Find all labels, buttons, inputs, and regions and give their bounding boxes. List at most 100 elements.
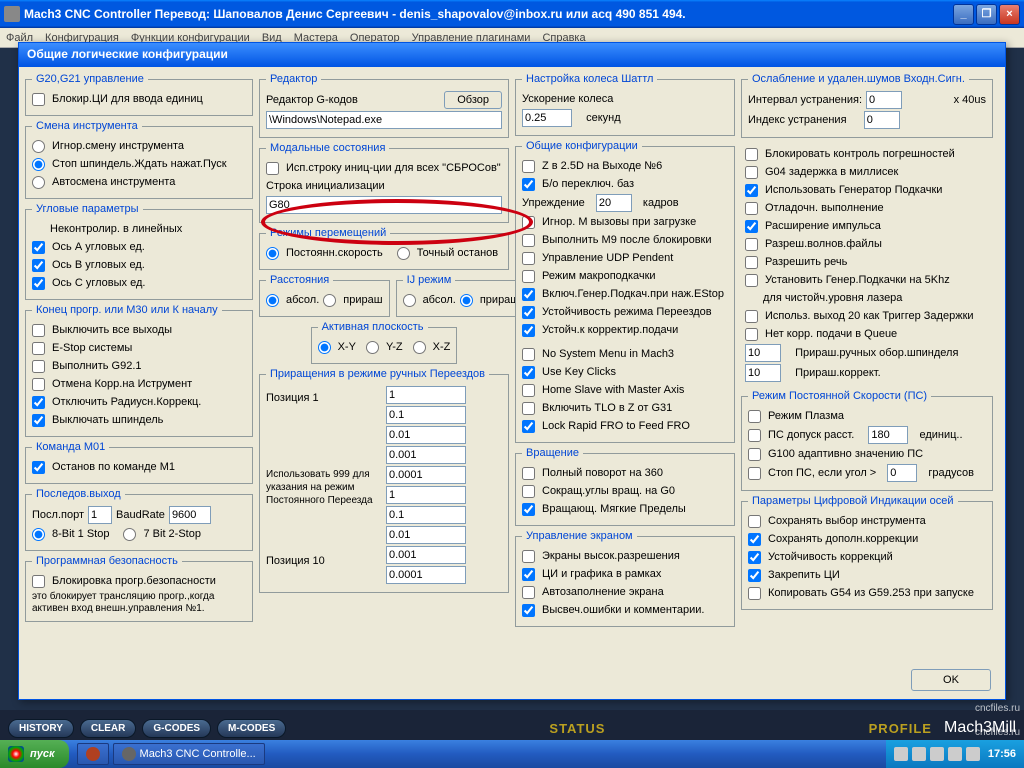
init-string-checkbox[interactable] [266, 162, 279, 175]
tray-icon[interactable] [948, 747, 962, 761]
jog-val-input[interactable] [386, 406, 466, 424]
lock-dro-checkbox[interactable] [32, 93, 45, 106]
out20-checkbox[interactable] [745, 310, 758, 323]
tray-icon[interactable] [966, 747, 980, 761]
jog-val-input[interactable] [386, 486, 466, 504]
persist-offsets-checkbox[interactable] [748, 551, 761, 564]
speech-checkbox[interactable] [745, 256, 758, 269]
dist-inc-radio[interactable] [323, 294, 336, 307]
ok-button[interactable]: OK [911, 669, 991, 691]
plasma-checkbox[interactable] [748, 410, 761, 423]
wave-checkbox[interactable] [745, 238, 758, 251]
constant-velocity-radio[interactable] [266, 247, 279, 260]
prog-safety-checkbox[interactable] [32, 575, 45, 588]
autofill-checkbox[interactable] [522, 586, 535, 599]
ij-abs-radio[interactable] [403, 294, 416, 307]
m1-stop-checkbox[interactable] [32, 461, 45, 474]
cv-stop-checkbox[interactable] [748, 467, 761, 480]
cv-dist-checkbox[interactable] [748, 429, 761, 442]
spindle-inc-input[interactable] [745, 344, 781, 362]
tray-icon[interactable] [894, 747, 908, 761]
pulse-ext-checkbox[interactable] [745, 220, 758, 233]
debounce-input[interactable] [866, 91, 902, 109]
macro-checkbox[interactable] [522, 270, 535, 283]
axis-b-checkbox[interactable] [32, 259, 45, 272]
jog-val-input[interactable] [386, 526, 466, 544]
gcodes-button[interactable]: G-CODES [142, 719, 211, 738]
index-debounce-input[interactable] [864, 111, 900, 129]
editor-path-input[interactable] [266, 111, 502, 129]
nosysmenu-checkbox[interactable] [522, 348, 535, 361]
homeslave-checkbox[interactable] [522, 384, 535, 397]
udp-checkbox[interactable] [522, 252, 535, 265]
maximize-button[interactable]: ❐ [976, 4, 997, 25]
8bit-radio[interactable] [32, 528, 45, 541]
7bit-radio[interactable] [123, 528, 136, 541]
tlo-checkbox[interactable] [522, 402, 535, 415]
boxed-checkbox[interactable] [522, 568, 535, 581]
save-offsets-checkbox[interactable] [748, 533, 761, 546]
g92-checkbox[interactable] [32, 360, 45, 373]
jog-val-input[interactable] [386, 466, 466, 484]
keyclicks-checkbox[interactable] [522, 366, 535, 379]
shortest-checkbox[interactable] [522, 485, 535, 498]
jog-val-input[interactable] [386, 506, 466, 524]
taskbar-item[interactable]: Mach3 CNC Controlle... [113, 743, 265, 765]
ignore-m-checkbox[interactable] [522, 216, 535, 229]
hires-checkbox[interactable] [522, 550, 535, 563]
jog-persist-checkbox[interactable] [522, 306, 535, 319]
history-button[interactable]: HISTORY [8, 719, 74, 738]
home-switch-checkbox[interactable] [522, 178, 535, 191]
jog-val-input[interactable] [386, 566, 466, 584]
shuttle-accel-input[interactable] [522, 109, 572, 127]
save-tool-checkbox[interactable] [748, 515, 761, 528]
auto-toolchange-radio[interactable] [32, 176, 45, 189]
g100-checkbox[interactable] [748, 448, 761, 461]
quick-launch-item[interactable] [77, 743, 109, 765]
noqueue-checkbox[interactable] [745, 328, 758, 341]
axis-a-checkbox[interactable] [32, 241, 45, 254]
copy-g54-checkbox[interactable] [748, 587, 761, 600]
cv-angle-input[interactable] [887, 464, 917, 482]
g04-ms-checkbox[interactable] [745, 166, 758, 179]
tray-icon[interactable] [930, 747, 944, 761]
init-string-input[interactable] [266, 196, 502, 214]
clear-button[interactable]: CLEAR [80, 719, 136, 738]
disable-gouge-checkbox[interactable] [745, 148, 758, 161]
baudrate-input[interactable] [169, 506, 211, 524]
flash-errors-checkbox[interactable] [522, 604, 535, 617]
fro-persist-checkbox[interactable] [522, 324, 535, 337]
jog-val-input[interactable] [386, 546, 466, 564]
start-button[interactable]: пуск [0, 740, 69, 768]
exact-stop-radio[interactable] [397, 247, 410, 260]
chargepump-checkbox[interactable] [745, 184, 758, 197]
browse-button[interactable]: Обзор [444, 91, 502, 109]
turnoff-outputs-checkbox[interactable] [32, 324, 45, 337]
radius-comp-off-checkbox[interactable] [32, 396, 45, 409]
xz-radio[interactable] [413, 341, 426, 354]
xy-radio[interactable] [318, 341, 331, 354]
spindle-off-checkbox[interactable] [32, 414, 45, 427]
minimize-button[interactable]: _ [953, 4, 974, 25]
ignore-toolchange-radio[interactable] [32, 140, 45, 153]
jog-val-input[interactable] [386, 426, 466, 444]
dist-abs-radio[interactable] [266, 294, 279, 307]
softlimits-checkbox[interactable] [522, 503, 535, 516]
jog-val-input[interactable] [386, 446, 466, 464]
ij-inc-radio[interactable] [460, 294, 473, 307]
stop-spindle-radio[interactable] [32, 158, 45, 171]
debug-checkbox[interactable] [745, 202, 758, 215]
lookahead-input[interactable] [596, 194, 632, 212]
mcodes-button[interactable]: M-CODES [217, 719, 286, 738]
jog-val-input[interactable] [386, 386, 466, 404]
tray-icon[interactable] [912, 747, 926, 761]
axis-c-checkbox[interactable] [32, 277, 45, 290]
lock-dro-checkbox[interactable] [748, 569, 761, 582]
z25d-checkbox[interactable] [522, 160, 535, 173]
yz-radio[interactable] [366, 341, 379, 354]
lock-rapid-checkbox[interactable] [522, 420, 535, 433]
m9-checkbox[interactable] [522, 234, 535, 247]
cp-estop-checkbox[interactable] [522, 288, 535, 301]
cancel-toolcomp-checkbox[interactable] [32, 378, 45, 391]
serial-port-input[interactable] [88, 506, 112, 524]
